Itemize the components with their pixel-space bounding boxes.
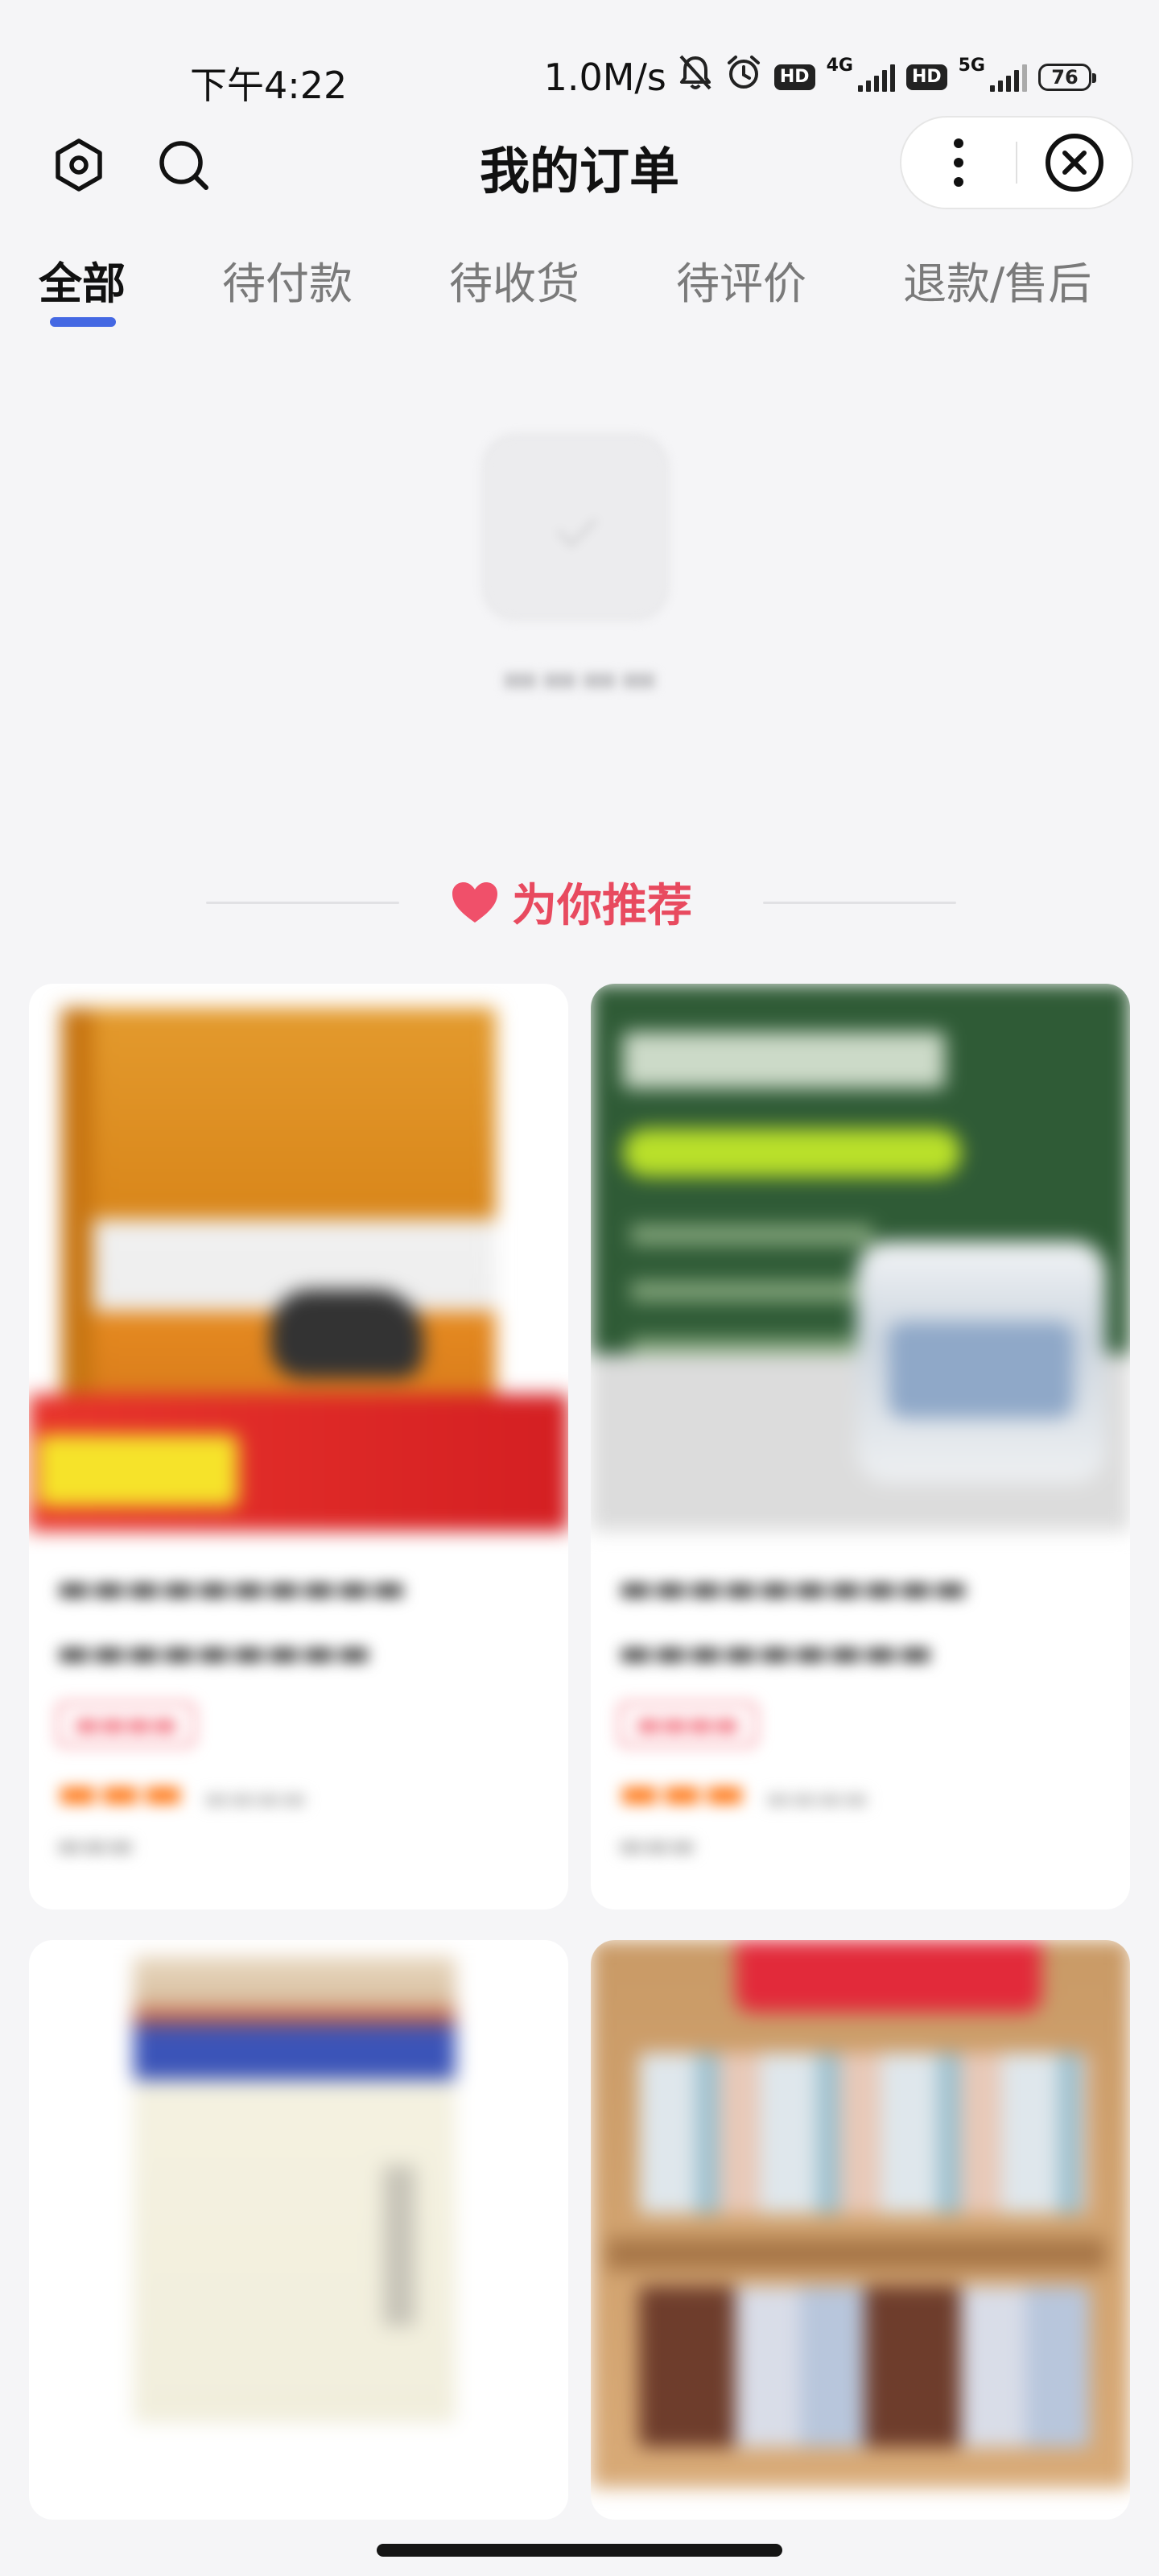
tab-pending-review[interactable]: 待评价 bbox=[676, 248, 806, 312]
coupon-badge: ▬▬▬▬ bbox=[618, 1702, 757, 1747]
tab-all[interactable]: 全部 bbox=[39, 248, 126, 312]
network-type-sim2: 5G bbox=[958, 56, 985, 76]
product-image bbox=[29, 984, 568, 1531]
product-image bbox=[591, 984, 1130, 1531]
active-tab-indicator bbox=[50, 317, 116, 327]
empty-state-text: ▬▬▬▬ bbox=[500, 654, 659, 702]
mini-program-capsule bbox=[900, 116, 1133, 209]
recommendation-title: 为你推荐 bbox=[512, 880, 692, 932]
product-info: ▬▬▬▬▬▬▬▬▬▬ ▬▬▬▬▬▬▬▬▬ ▬▬▬▬ ▬▬▬ ▬▬▬▬ ▬▬▬ bbox=[56, 1555, 541, 1862]
battery-icon: 76 bbox=[1038, 63, 1096, 91]
order-tabs: 全部 待付款 待收货 待评价 退款/售后 bbox=[0, 233, 1159, 330]
product-title: ▬▬▬▬▬▬▬▬▬▬ ▬▬▬▬▬▬▬▬▬ bbox=[56, 1566, 406, 1674]
product-image bbox=[29, 1940, 568, 2487]
product-price: ▬▬▬ bbox=[56, 1766, 184, 1818]
alarm-icon bbox=[724, 53, 763, 101]
status-indicators: 1.0M/s HD 4G HD 5G 76 bbox=[543, 53, 1096, 101]
product-card[interactable]: ▬▬▬▬▬▬▬▬▬▬ ▬▬▬▬▬▬▬▬▬ ▬▬▬▬ ▬▬▬ ▬▬▬▬ ▬▬▬ bbox=[591, 984, 1130, 1909]
settings-icon[interactable] bbox=[45, 131, 113, 199]
product-card[interactable] bbox=[591, 1940, 1130, 2520]
status-time: 下午4:22 bbox=[190, 64, 348, 107]
tab-pending-payment[interactable]: 待付款 bbox=[222, 248, 353, 312]
original-price: ▬▬▬▬ bbox=[765, 1782, 869, 1814]
close-button[interactable] bbox=[1017, 118, 1132, 208]
product-card[interactable]: ▬▬▬▬▬▬▬▬▬▬ ▬▬▬▬▬▬▬▬▬ ▬▬▬▬ ▬▬▬ ▬▬▬▬ ▬▬▬ bbox=[29, 984, 568, 1909]
sales-count: ▬▬▬ bbox=[56, 1830, 134, 1862]
sales-count: ▬▬▬ bbox=[618, 1830, 696, 1862]
price-row: ▬▬▬ ▬▬▬▬ bbox=[618, 1766, 1103, 1818]
tab-pending-receipt[interactable]: 待收货 bbox=[449, 248, 580, 312]
recommendation-title-group: 为你推荐 bbox=[451, 869, 692, 935]
divider-line-right bbox=[763, 902, 956, 904]
more-button[interactable] bbox=[901, 118, 1016, 208]
product-title: ▬▬▬▬▬▬▬▬▬▬ ▬▬▬▬▬▬▬▬▬ bbox=[618, 1566, 968, 1674]
product-card[interactable] bbox=[29, 1940, 568, 2520]
product-image bbox=[591, 1940, 1130, 2487]
product-info: ▬▬▬▬▬▬▬▬▬▬ ▬▬▬▬▬▬▬▬▬ ▬▬▬▬ ▬▬▬ ▬▬▬▬ ▬▬▬ bbox=[618, 1555, 1103, 1862]
network-speed: 1.0M/s bbox=[543, 55, 666, 99]
tab-refund-after-sales[interactable]: 退款/售后 bbox=[903, 248, 1091, 312]
recommendation-header: 为你推荐 bbox=[0, 853, 1159, 950]
battery-level: 76 bbox=[1051, 65, 1079, 89]
heart-icon bbox=[452, 881, 497, 923]
price-row: ▬▬▬ ▬▬▬▬ bbox=[56, 1766, 541, 1818]
search-icon[interactable] bbox=[150, 131, 217, 199]
signal-strength-icon bbox=[857, 63, 895, 92]
empty-orders-placeholder: ▬▬▬▬ bbox=[0, 419, 1159, 757]
top-nav: 我的订单 bbox=[0, 113, 1159, 217]
original-price: ▬▬▬▬ bbox=[203, 1782, 307, 1814]
network-type-sim1: 4G bbox=[826, 56, 853, 76]
product-price: ▬▬▬ bbox=[618, 1766, 746, 1818]
signal-strength-icon bbox=[990, 63, 1027, 92]
empty-order-icon bbox=[483, 435, 668, 620]
home-indicator[interactable] bbox=[377, 2544, 782, 2557]
hd-badge-sim1: HD bbox=[773, 64, 815, 90]
mute-bell-icon bbox=[678, 53, 713, 101]
status-bar: 下午4:22 1.0M/s HD 4G HD 5G 76 bbox=[0, 0, 1159, 121]
hd-badge-sim2: HD bbox=[905, 64, 947, 90]
divider-line-left bbox=[206, 902, 399, 904]
coupon-badge: ▬▬▬▬ bbox=[56, 1702, 196, 1747]
more-vertical-icon bbox=[954, 138, 963, 187]
close-circle-icon bbox=[1045, 134, 1103, 192]
